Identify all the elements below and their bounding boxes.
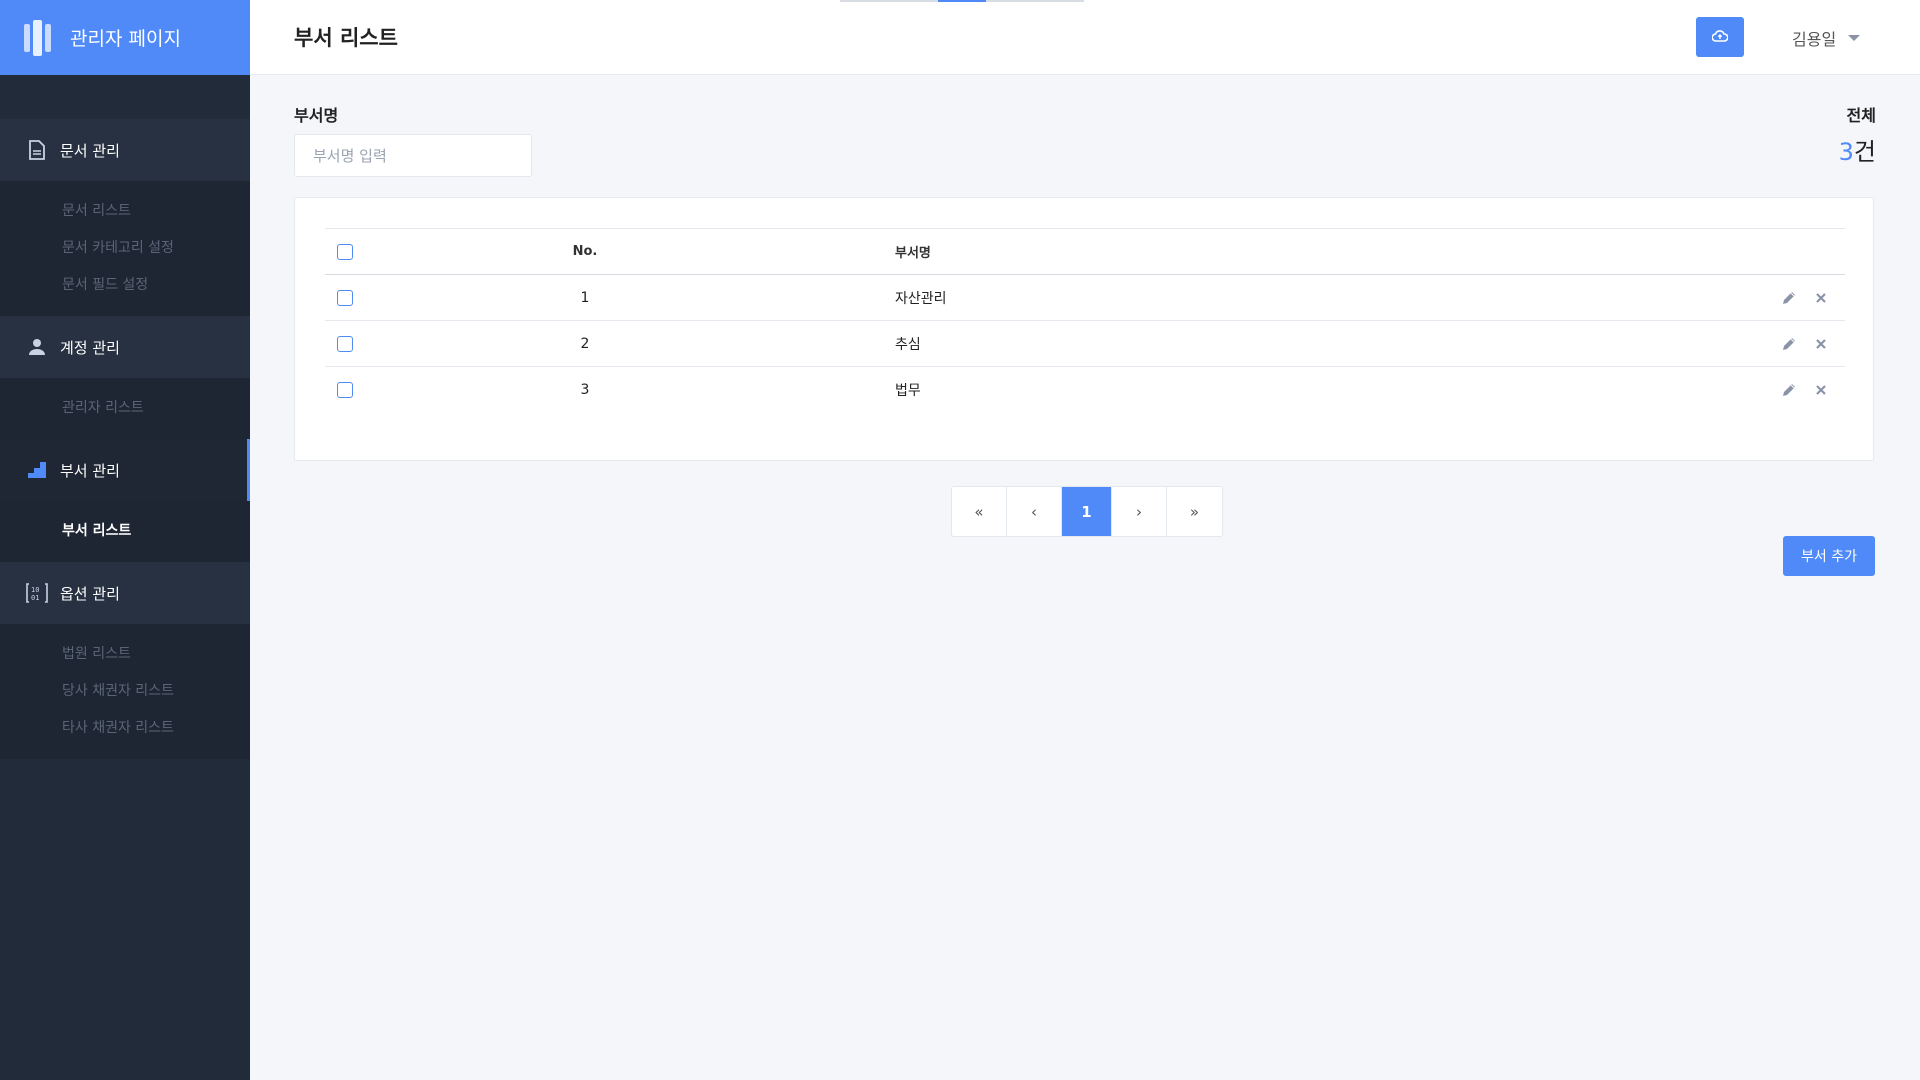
brand[interactable]: 관리자 페이지 bbox=[0, 0, 250, 75]
edit-icon[interactable] bbox=[1779, 288, 1799, 308]
stairs-icon bbox=[26, 459, 48, 481]
header-select-all bbox=[325, 229, 385, 275]
binary-icon: 10 01 bbox=[26, 582, 48, 604]
nav-group-label: 옵션 관리 bbox=[60, 584, 120, 603]
add-department-button[interactable]: 부서 추가 bbox=[1783, 536, 1875, 576]
sidebar-item-document-category[interactable]: 문서 카테고리 설정 bbox=[0, 228, 250, 265]
filter-label: 부서명 bbox=[294, 106, 339, 125]
page-first-button[interactable]: « bbox=[952, 487, 1007, 536]
logo-icon bbox=[24, 19, 56, 56]
close-icon[interactable] bbox=[1811, 334, 1831, 354]
svg-text:01: 01 bbox=[31, 594, 39, 602]
column-header-actions bbox=[1765, 229, 1845, 275]
row-no: 1 bbox=[580, 289, 590, 306]
table-header-row: No. 부서명 bbox=[325, 228, 1845, 275]
nav-group-accounts: 계정 관리 관리자 리스트 bbox=[0, 316, 250, 439]
row-name: 법무 bbox=[895, 382, 921, 399]
cloud-upload-icon bbox=[1711, 29, 1729, 45]
edit-icon[interactable] bbox=[1779, 334, 1799, 354]
sidebar-item-document-list[interactable]: 문서 리스트 bbox=[0, 191, 250, 228]
page-next-button[interactable]: › bbox=[1112, 487, 1167, 536]
nav-group-options: 10 01 옵션 관리 법원 리스트 당사 채권자 리스트 타사 채권자 리스트 bbox=[0, 562, 250, 759]
tab-indicator-active bbox=[938, 0, 986, 2]
document-icon bbox=[26, 139, 48, 161]
column-header-no: No. bbox=[572, 244, 598, 259]
nav-sub-list: 법원 리스트 당사 채권자 리스트 타사 채권자 리스트 bbox=[0, 624, 250, 759]
select-all-checkbox[interactable] bbox=[337, 243, 353, 260]
sidebar-item-admin-list[interactable]: 관리자 리스트 bbox=[0, 388, 250, 425]
total-number: 3 bbox=[1838, 138, 1854, 166]
table-row: 3 법무 bbox=[325, 367, 1845, 413]
edit-icon[interactable] bbox=[1779, 380, 1799, 400]
row-checkbox[interactable] bbox=[337, 335, 353, 352]
nav-sub-list: 문서 리스트 문서 카테고리 설정 문서 필드 설정 bbox=[0, 181, 250, 316]
row-name: 자산관리 bbox=[895, 290, 947, 307]
close-icon[interactable] bbox=[1811, 288, 1831, 308]
department-table-card: No. 부서명 1 자산관리 2 추심 3 법무 bbox=[294, 197, 1874, 461]
nav-group-label: 계정 관리 bbox=[60, 338, 120, 357]
row-name: 추심 bbox=[895, 336, 921, 353]
user-menu[interactable]: 김용일 bbox=[1792, 26, 1861, 50]
svg-text:10: 10 bbox=[31, 586, 39, 594]
sidebar-item-own-creditor-list[interactable]: 당사 채권자 리스트 bbox=[0, 671, 250, 708]
row-checkbox[interactable] bbox=[337, 289, 353, 306]
sidebar-item-court-list[interactable]: 법원 리스트 bbox=[0, 634, 250, 671]
nav-group-head-departments[interactable]: 부서 관리 bbox=[0, 439, 250, 501]
tab-indicator-segment bbox=[986, 0, 1084, 2]
department-table: No. 부서명 1 자산관리 2 추심 3 법무 bbox=[325, 228, 1845, 413]
header-tab-indicator bbox=[840, 0, 1084, 2]
top-header: 부서 리스트 김용일 bbox=[250, 0, 1920, 75]
table-row: 2 추심 bbox=[325, 321, 1845, 367]
brand-title: 관리자 페이지 bbox=[70, 28, 181, 50]
page-current-button[interactable]: 1 bbox=[1062, 487, 1112, 536]
total-count: 전체 3건 bbox=[1839, 102, 1876, 167]
sidebar-item-department-list[interactable]: 부서 리스트 bbox=[0, 511, 250, 548]
cloud-upload-button[interactable] bbox=[1696, 17, 1744, 57]
nav-sub-list: 부서 리스트 bbox=[0, 501, 250, 562]
nav-group-head-documents[interactable]: 문서 관리 bbox=[0, 119, 250, 181]
page-title: 부서 리스트 bbox=[294, 26, 398, 50]
user-name: 김용일 bbox=[1792, 30, 1837, 49]
page-prev-button[interactable]: ‹ bbox=[1007, 487, 1062, 536]
row-checkbox[interactable] bbox=[337, 381, 353, 398]
sidebar-nav: 문서 관리 문서 리스트 문서 카테고리 설정 문서 필드 설정 계정 관리 관… bbox=[0, 75, 250, 759]
row-no: 3 bbox=[580, 381, 590, 398]
column-header-name: 부서명 bbox=[895, 246, 931, 261]
nav-group-head-options[interactable]: 10 01 옵션 관리 bbox=[0, 562, 250, 624]
user-icon bbox=[26, 336, 48, 358]
pagination: « ‹ 1 › » bbox=[951, 486, 1223, 537]
sidebar: 관리자 페이지 문서 관리 문서 리스트 문서 카테고리 설정 문서 필드 설정 bbox=[0, 0, 250, 1080]
nav-sub-list: 관리자 리스트 bbox=[0, 378, 250, 439]
total-value: 3건 bbox=[1839, 132, 1876, 167]
department-search-input[interactable] bbox=[294, 134, 532, 177]
total-unit: 건 bbox=[1853, 138, 1876, 166]
sidebar-item-document-field[interactable]: 문서 필드 설정 bbox=[0, 265, 250, 302]
nav-group-head-accounts[interactable]: 계정 관리 bbox=[0, 316, 250, 378]
total-label: 전체 bbox=[1846, 106, 1876, 125]
table-row: 1 자산관리 bbox=[325, 275, 1845, 321]
chevron-down-icon bbox=[1848, 35, 1861, 41]
row-no: 2 bbox=[580, 335, 590, 352]
tab-indicator-segment bbox=[840, 0, 938, 2]
nav-group-documents: 문서 관리 문서 리스트 문서 카테고리 설정 문서 필드 설정 bbox=[0, 119, 250, 316]
sidebar-item-other-creditor-list[interactable]: 타사 채권자 리스트 bbox=[0, 708, 250, 745]
close-icon[interactable] bbox=[1811, 380, 1831, 400]
page-last-button[interactable]: » bbox=[1167, 487, 1222, 536]
nav-group-departments: 부서 관리 부서 리스트 bbox=[0, 439, 250, 562]
nav-group-label: 부서 관리 bbox=[60, 461, 120, 480]
nav-group-label: 문서 관리 bbox=[60, 141, 120, 160]
main-content: 부서명 전체 3건 No. 부서명 1 자산관리 bbox=[250, 75, 1920, 1080]
